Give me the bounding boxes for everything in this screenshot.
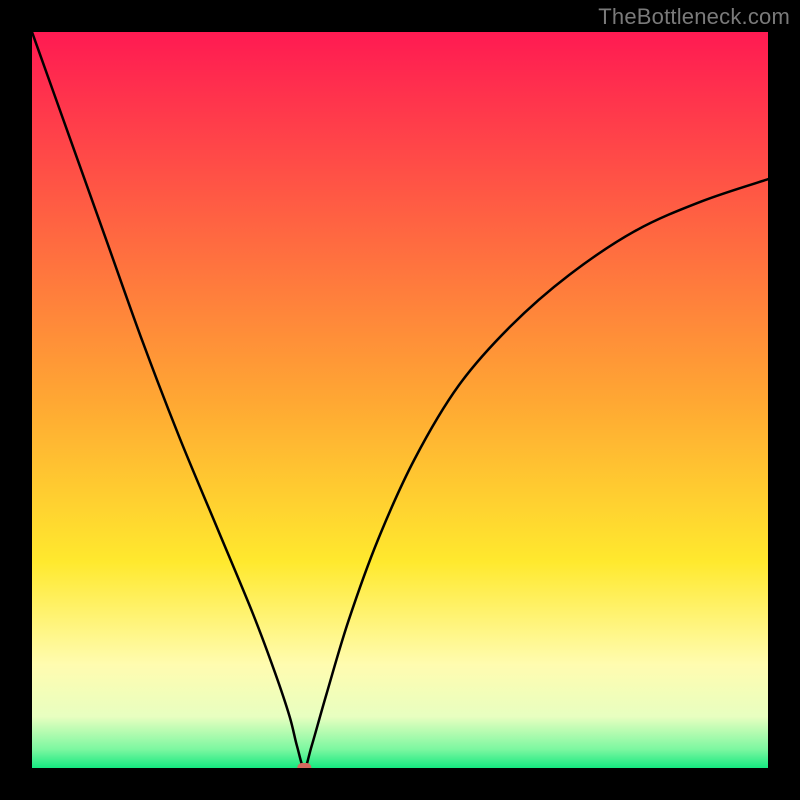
chart-svg bbox=[32, 32, 768, 768]
gradient-background bbox=[32, 32, 768, 768]
watermark-text: TheBottleneck.com bbox=[598, 4, 790, 30]
chart-frame: TheBottleneck.com bbox=[0, 0, 800, 800]
optimal-point-marker bbox=[297, 763, 311, 768]
chart-plot-area bbox=[32, 32, 768, 768]
